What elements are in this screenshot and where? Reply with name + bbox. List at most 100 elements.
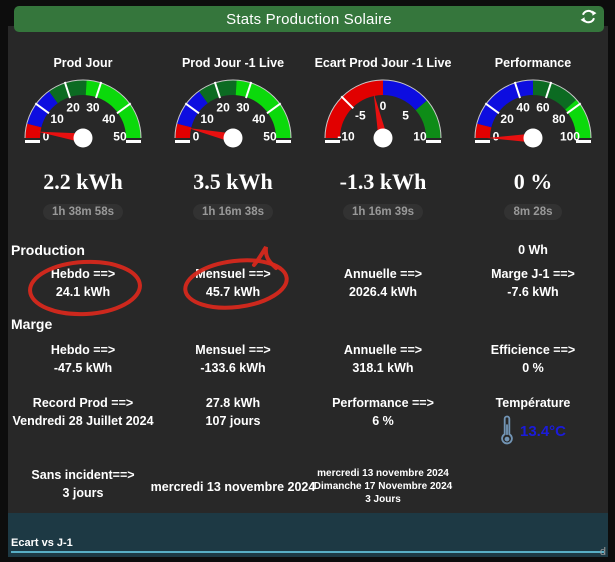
- stat-value: Vendredi 28 Juillet 2024: [12, 414, 154, 428]
- gauge-dial: 0 10 20 30 40 50: [160, 76, 306, 159]
- stat-label: Hebdo ==>: [50, 267, 116, 281]
- stat-record-performance: Performance ==> 6 %: [308, 396, 458, 449]
- range-end: Dimanche 17 Novembre 2024: [313, 481, 453, 492]
- stat-value: 6 %: [372, 414, 394, 428]
- gauge-value: 3.5 kWh: [193, 169, 273, 194]
- stat-marge-annuelle: Annuelle ==> 318.1 kWh: [308, 343, 458, 375]
- date-text: mercredi 13 novembre 2024: [150, 479, 316, 494]
- svg-text:50: 50: [113, 130, 127, 144]
- marge-stats-row: Hebdo ==> -47.5 kWh Mensuel ==> -133.6 k…: [8, 343, 608, 375]
- gauge-dial: -10 -5 0 5 10: [310, 76, 456, 159]
- stat-marge-mensuel: Mensuel ==> -133.6 kWh: [158, 343, 308, 375]
- svg-text:5: 5: [402, 108, 409, 122]
- gauge-title: Prod Jour: [53, 56, 113, 70]
- gauge-value: 0 %: [513, 169, 553, 194]
- stat-value: 0 %: [522, 361, 544, 375]
- svg-text:10: 10: [413, 130, 427, 144]
- svg-text:50: 50: [263, 130, 277, 144]
- svg-text:60: 60: [536, 101, 550, 115]
- gauge-elapsed-badge: 1h 16m 38s: [192, 204, 273, 220]
- gauge-title: Ecart Prod Jour -1 Live: [314, 56, 452, 70]
- temperature-label: Température: [495, 396, 571, 410]
- svg-text:20: 20: [500, 112, 514, 126]
- empty-cell: [458, 468, 608, 505]
- production-section-label: Production: [11, 242, 85, 258]
- stray-character: d: [599, 546, 606, 558]
- gauge-performance: Performance 0 20 40 60 80 100 0 % 8m 28s: [458, 56, 608, 220]
- instant-production-value: 0 Wh: [518, 243, 548, 257]
- stat-production-mensuel: Mensuel ==> 45.7 kWh: [158, 267, 308, 299]
- incidents-row: Sans incident==> 3 jours mercredi 13 nov…: [8, 468, 608, 505]
- svg-text:0: 0: [43, 130, 50, 144]
- production-section-head: Production 0 Wh: [8, 242, 608, 258]
- stat-label: Annuelle ==>: [343, 343, 423, 357]
- stat-production-hebdo: Hebdo ==> 24.1 kWh: [8, 267, 158, 299]
- refresh-button[interactable]: [579, 8, 597, 30]
- stat-label: Hebdo ==>: [50, 343, 116, 357]
- gauge-value: -1.3 kWh: [339, 169, 427, 194]
- svg-text:40: 40: [102, 112, 116, 126]
- svg-text:30: 30: [86, 101, 100, 115]
- marge-section-head: Marge: [8, 316, 608, 332]
- svg-text:10: 10: [50, 112, 64, 126]
- stat-value: 2026.4 kWh: [348, 285, 418, 299]
- stat-marge-hebdo: Hebdo ==> -47.5 kWh: [8, 343, 158, 375]
- svg-text:40: 40: [516, 101, 530, 115]
- svg-text:20: 20: [66, 101, 80, 115]
- stat-record-values: 27.8 kWh 107 jours: [158, 396, 308, 449]
- gauge-title: Prod Jour -1 Live: [181, 56, 285, 70]
- stat-temperature: Température 13.4°C: [458, 396, 608, 449]
- chart-axis-line: [11, 551, 604, 553]
- svg-text:0: 0: [380, 99, 387, 113]
- svg-text:80: 80: [552, 112, 566, 126]
- records-row: Record Prod ==> Vendredi 28 Juillet 2024…: [8, 396, 608, 449]
- stat-value: -133.6 kWh: [200, 361, 266, 375]
- ecart-chart-title: Ecart vs J-1: [11, 537, 73, 549]
- gauge-prod-jour-1-live: Prod Jour -1 Live 0 10 20 30 40 50 3.5 kWh 1h…: [158, 56, 308, 220]
- stat-label: Record Prod ==>: [32, 396, 134, 410]
- gauge-ecart-prod: Ecart Prod Jour -1 Live -10 -5 0 5 10 -1.3 k…: [308, 56, 458, 220]
- stat-production-annuelle: Annuelle ==> 2026.4 kWh: [308, 267, 458, 299]
- widget-header: Stats Production Solaire: [14, 6, 604, 32]
- stat-label: Mensuel ==>: [195, 267, 271, 281]
- stats-card: Prod Jour 0 10 20 30 40 50 2.2 kWh 1h 38m 58s…: [8, 26, 608, 557]
- stat-sans-incident: Sans incident==> 3 jours: [8, 468, 158, 505]
- stat-record-prod: Record Prod ==> Vendredi 28 Juillet 2024: [8, 396, 158, 449]
- gauge-elapsed-badge: 1h 16m 39s: [342, 204, 423, 220]
- stat-value: 107 jours: [205, 414, 261, 428]
- gauge-elapsed-badge: 1h 38m 58s: [42, 204, 123, 220]
- svg-text:20: 20: [216, 101, 230, 115]
- gauge-elapsed-badge: 8m 28s: [504, 204, 562, 220]
- svg-text:10: 10: [200, 112, 214, 126]
- stat-value: -47.5 kWh: [53, 361, 113, 375]
- stat-efficience: Efficience ==> 0 %: [458, 343, 608, 375]
- stat-label: Mensuel ==>: [195, 343, 271, 357]
- svg-text:0: 0: [193, 130, 200, 144]
- svg-text:30: 30: [236, 101, 250, 115]
- stat-value: -7.6 kWh: [507, 285, 559, 299]
- range-duration: 3 Jours: [365, 494, 401, 505]
- gauge-prod-jour: Prod Jour 0 10 20 30 40 50 2.2 kWh 1h 38m 58s: [8, 56, 158, 220]
- svg-text:-5: -5: [355, 108, 366, 122]
- marge-section-label: Marge: [11, 316, 53, 332]
- current-date: mercredi 13 novembre 2024: [151, 468, 316, 505]
- stat-value: 45.7 kWh: [205, 285, 261, 299]
- page-title: Stats Production Solaire: [226, 10, 392, 28]
- stat-production-marge-j1: Marge J-1 ==> -7.6 kWh: [458, 267, 608, 299]
- stat-label: Sans incident==>: [31, 468, 135, 482]
- stat-label: Performance ==>: [332, 396, 434, 410]
- thermometer-icon: [500, 414, 514, 449]
- stat-label: Marge J-1 ==>: [491, 267, 575, 281]
- ecart-chart-panel: Ecart vs J-1 d: [8, 513, 608, 558]
- svg-text:100: 100: [560, 130, 580, 144]
- gauge-title: Performance: [494, 56, 572, 70]
- svg-text:40: 40: [252, 112, 266, 126]
- temperature-value: 13.4°C: [519, 423, 567, 440]
- refresh-icon: [580, 8, 597, 30]
- stat-label: Efficience ==>: [490, 343, 576, 357]
- gauge-dial: 0 20 40 60 80 100: [460, 76, 606, 159]
- stat-label: Annuelle ==>: [343, 267, 423, 281]
- stat-value: 318.1 kWh: [352, 361, 414, 375]
- production-stats-row: Hebdo ==> 24.1 kWh Mensuel ==> 45.7 kWh …: [8, 245, 608, 317]
- stat-value: 27.8 kWh: [205, 396, 261, 410]
